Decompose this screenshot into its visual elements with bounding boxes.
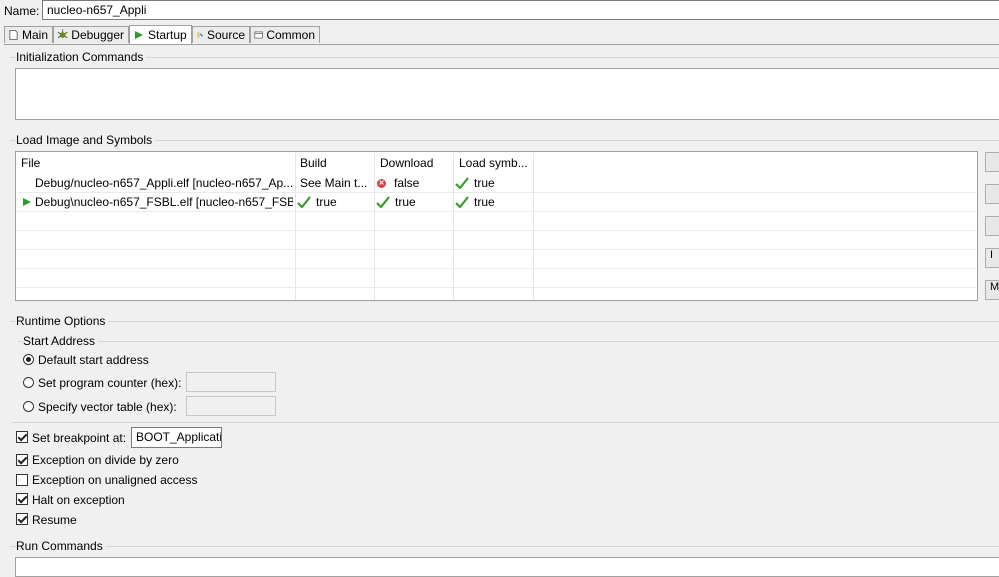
build-cell: See Main t... [300,176,368,190]
build-cell: true [297,195,373,209]
run-group-border [10,546,999,547]
error-icon: ✕ [377,178,386,188]
exception-divide-checkbox[interactable] [16,454,28,466]
default-start-radio[interactable] [23,354,34,365]
symbols-cell: true [455,195,531,209]
tab-debugger-label: Debugger [71,28,124,42]
vector-table-radio[interactable] [23,401,34,412]
check-icon [455,196,469,208]
play-icon [135,31,143,39]
halt-exception-label: Halt on exception [32,493,125,507]
tab-main-label: Main [21,28,48,42]
tab-debugger[interactable]: Debugger [53,26,129,43]
halt-exception-checkbox[interactable] [16,493,28,505]
download-value: false [394,176,420,190]
set-pc-radio[interactable] [23,377,34,388]
symbols-cell: true [455,176,531,190]
start-address-group-border [18,341,999,342]
symbols-value: true [474,195,495,209]
col-load-symbols[interactable]: Load symb... [459,156,528,170]
load-image-table[interactable]: File Build Download Load symb... Debug/n… [15,151,978,301]
table-row-empty [17,249,977,269]
resume-checkbox[interactable] [16,513,28,525]
runtime-group-border [10,321,999,322]
add-image-button[interactable] [985,152,999,172]
table-row[interactable]: Debug\nucleo-n657_FSBL.elf [nucleo-n657_… [17,192,977,212]
exception-unaligned-checkbox[interactable] [16,474,28,486]
play-icon [23,198,31,206]
tab-common-label: Common [266,28,315,42]
set-breakpoint-label: Set breakpoint at: [32,431,127,445]
tab-startup-label: Startup [148,28,187,42]
table-row-empty [17,230,977,250]
table-row-empty [17,211,977,231]
tab-main[interactable]: Main [4,26,53,43]
build-value: true [316,195,337,209]
common-icon [254,31,263,39]
init-commands-textarea[interactable] [15,68,999,120]
table-row-empty [17,268,977,288]
load-image-title: Load Image and Symbols [16,133,156,147]
col-build[interactable]: Build [300,156,327,170]
run-commands-textarea[interactable] [15,557,999,577]
set-pc-label: Set program counter (hex): [38,376,182,390]
col-download[interactable]: Download [380,156,433,170]
file-cell: Debug\nucleo-n657_FSBL.elf [nucleo-n657_… [35,195,293,209]
check-icon [455,177,469,189]
breakpoint-input[interactable]: BOOT_Applicati [131,427,222,448]
side-button-5[interactable]: M [985,280,999,300]
runtime-options-title: Runtime Options [16,314,109,328]
start-address-title: Start Address [23,334,99,348]
exception-divide-label: Exception on divide by zero [32,453,179,467]
edit-image-button[interactable] [985,184,999,204]
set-breakpoint-checkbox[interactable] [16,431,28,443]
tab-common[interactable]: Common [250,26,320,43]
tab-startup[interactable]: Startup [129,25,192,44]
init-group-border [10,57,999,58]
download-cell: ✕ false [377,176,453,190]
check-icon [297,196,311,208]
download-value: true [395,195,416,209]
vector-table-label: Specify vector table (hex): [38,400,177,414]
file-cell: Debug/nucleo-n657_Appli.elf [nucleo-n657… [35,176,293,190]
tab-source[interactable]: Source [192,26,250,43]
bug-icon [57,29,68,39]
source-icon [197,32,204,38]
side-button-4[interactable]: I [985,248,999,268]
col-file[interactable]: File [21,156,40,170]
symbols-value: true [474,176,495,190]
name-label: Name: [4,4,40,18]
download-cell: true [376,195,452,209]
table-row[interactable]: Debug/nucleo-n657_Appli.elf [nucleo-n657… [17,173,977,193]
tab-source-label: Source [206,28,245,42]
resume-label: Resume [32,513,77,527]
check-icon [376,196,390,208]
exception-unaligned-label: Exception on unaligned access [32,473,198,487]
default-start-label: Default start address [38,353,149,367]
config-name-input[interactable] [42,0,999,20]
tab-bar: Main Debugger Startup Source Common [4,25,999,45]
run-commands-title: Run Commands [16,539,106,553]
load-group-border [10,140,999,141]
pc-input[interactable] [186,372,276,392]
separator [12,422,999,423]
vector-table-input[interactable] [186,396,276,416]
init-commands-title: Initialization Commands [16,50,147,64]
remove-image-button[interactable] [985,216,999,236]
page-icon [9,29,18,41]
